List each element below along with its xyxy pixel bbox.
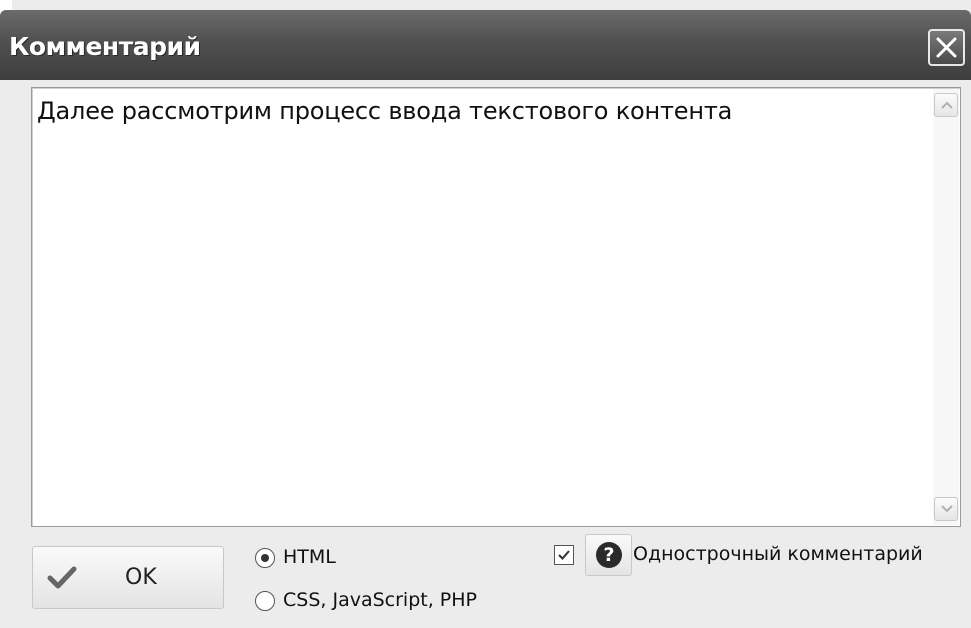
scroll-up-button[interactable] <box>934 93 958 117</box>
title-bar[interactable]: Комментарий <box>0 10 971 80</box>
single-line-checkbox[interactable] <box>554 545 574 565</box>
radio-selected-dot <box>261 554 269 562</box>
comment-textarea[interactable]: Далее рассмотрим процесс ввода текстовог… <box>31 87 961 527</box>
radio-html-label[interactable]: HTML <box>283 546 336 568</box>
chevron-up-icon <box>941 101 953 109</box>
vertical-scrollbar[interactable] <box>933 89 959 525</box>
comment-dialog: Комментарий Далее рассмотрим процесс вво… <box>0 0 971 628</box>
comment-text: Далее рассмотрим процесс ввода текстовог… <box>37 97 733 125</box>
radio-css-js-php-label[interactable]: CSS, JavaScript, PHP <box>283 589 477 611</box>
single-line-label[interactable]: Однострочный комментарий <box>633 543 923 565</box>
ok-button-label: OK <box>125 565 157 590</box>
chevron-down-icon <box>941 505 953 513</box>
question-icon: ? <box>596 542 622 568</box>
close-button[interactable] <box>928 29 965 66</box>
radio-html-circle[interactable] <box>255 548 275 568</box>
radio-css-js-php-circle[interactable] <box>255 591 275 611</box>
ok-button[interactable]: OK <box>32 546 224 609</box>
window-title: Комментарий <box>9 32 201 61</box>
help-button[interactable]: ? <box>585 534 632 576</box>
scroll-down-button[interactable] <box>934 497 958 521</box>
close-icon <box>936 37 957 58</box>
check-icon <box>558 550 570 560</box>
checkmark-icon <box>47 566 77 589</box>
